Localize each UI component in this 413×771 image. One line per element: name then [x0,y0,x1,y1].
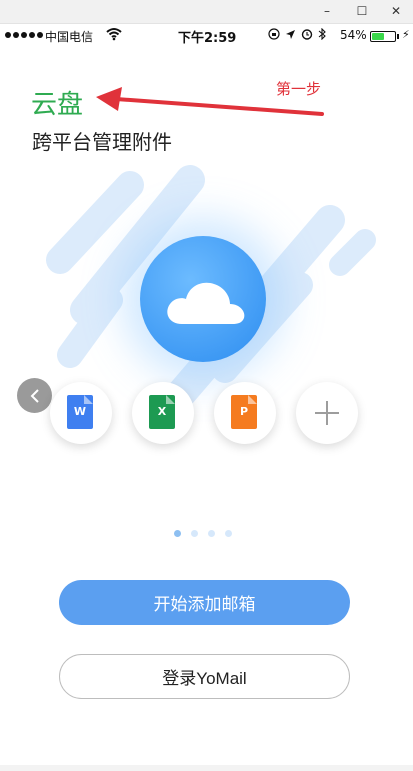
battery-icon [370,31,396,42]
minimize-button[interactable]: – [308,0,346,22]
page-subtitle: 跨平台管理附件 [32,130,172,154]
maximize-button[interactable]: ☐ [343,0,381,22]
page-dot[interactable] [225,530,232,537]
powerpoint-document-icon: P [231,395,257,429]
word-document-icon: W [67,395,93,429]
battery-cap [397,34,399,39]
window-titlebar: – ☐ ✕ [0,0,413,24]
previous-page-button[interactable] [17,378,52,413]
signal-dots-icon [5,32,43,38]
battery-percent: 54% [340,28,367,42]
page-dot[interactable] [191,530,198,537]
page-dot[interactable] [174,530,181,537]
bluetooth-icon [318,28,326,40]
annotation-arrow-icon [96,87,324,116]
clock-time: 下午2:59 [178,31,237,46]
location-icon [286,29,295,39]
excel-document-icon: X [149,395,175,429]
word-file-type: W [50,382,112,444]
wifi-icon [106,28,122,41]
close-button[interactable]: ✕ [377,0,413,22]
more-file-types [296,382,358,444]
carrier-name: 中国电信 [45,30,94,44]
excel-file-type: X [132,382,194,444]
cloud-icon [167,282,245,324]
battery-level-fill [372,33,384,40]
page-dot[interactable] [208,530,215,537]
status-bar: 中国电信 下午2:59 54% ⚡ [0,24,413,48]
page-indicator [174,530,232,537]
chevron-left-icon [30,388,39,403]
alarm-icon [301,29,313,40]
bottom-edge [0,765,413,771]
start-add-mailbox-button[interactable]: 开始添加邮箱 [59,580,350,625]
charging-bolt-icon: ⚡ [402,28,410,41]
page-title: 云盘 [31,90,84,120]
login-yomail-button[interactable]: 登录YoMail [59,654,350,699]
orientation-lock-icon [268,28,280,40]
powerpoint-file-type: P [214,382,276,444]
